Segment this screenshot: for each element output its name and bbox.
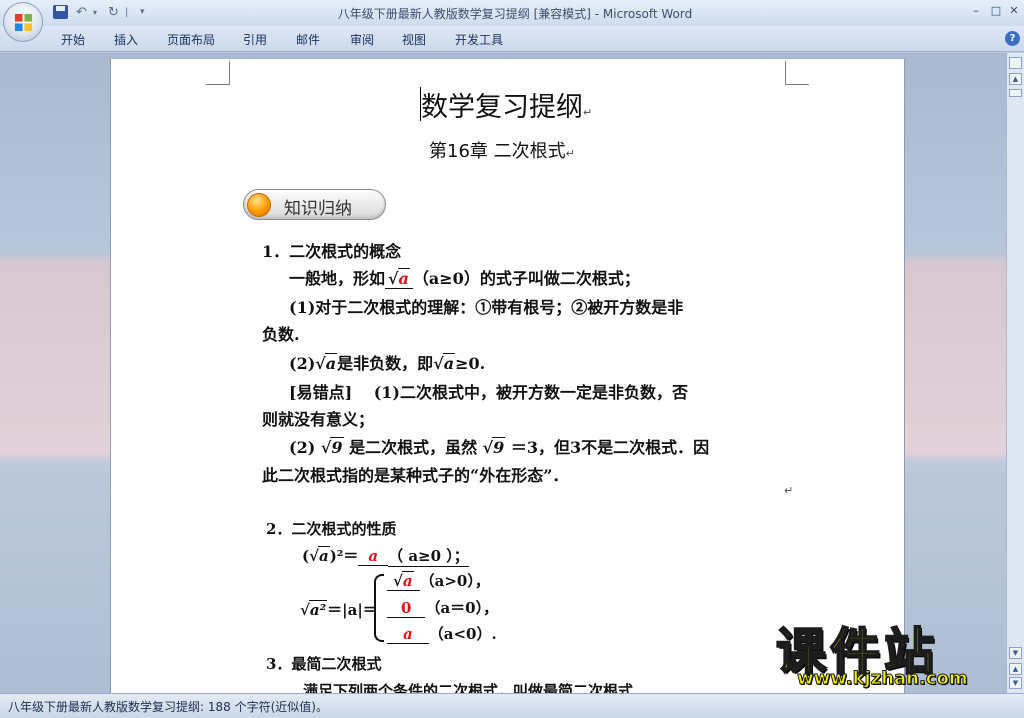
redo-icon[interactable]: ↻	[108, 4, 119, 21]
scroll-thumb[interactable]	[1009, 89, 1022, 97]
tab-insert[interactable]: 插入	[114, 31, 138, 48]
toolbar-separator: |	[125, 7, 129, 18]
customize-toolbar-icon[interactable]: ▾	[140, 4, 145, 21]
undo-icon[interactable]: ↶	[76, 4, 87, 21]
case-zero: 0 （a＝0），	[387, 597, 498, 618]
tab-developer[interactable]: 开发工具	[455, 31, 503, 48]
paragraph-mark: ↵	[565, 147, 575, 160]
knowledge-summary-label: 知识归纳	[284, 199, 352, 219]
minimize-button[interactable]: –	[968, 3, 984, 19]
pitfall-line: [易错点] (1)二次根式中，被开方数一定是非负数，否	[289, 383, 688, 402]
property-2-lhs: √a²＝|a|＝	[300, 600, 378, 619]
section-1-heading: 1．二次根式的概念	[262, 242, 402, 261]
paragraph-mark: ↵	[784, 484, 794, 497]
pitfall-2-line: (2) √9 是二次根式，虽然 √9 ＝3，但3不是二次根式．因	[289, 437, 710, 457]
ruler-toggle-icon[interactable]	[1009, 57, 1022, 69]
tab-view[interactable]: 视图	[402, 31, 426, 48]
section-3-heading: 3．最简二次根式	[266, 655, 382, 673]
margin-corner-mark	[785, 61, 809, 85]
margin-corner-mark	[206, 61, 230, 85]
pitfall-cont: 则就没有意义；	[262, 410, 375, 429]
ribbon-tabs: 开始 插入 页面布局 引用 邮件 审阅 视图 开发工具 ?	[0, 26, 1024, 52]
help-button[interactable]: ?	[1005, 31, 1020, 46]
document-workspace: 数学复习提纲↵ 第16章 二次根式↵ 知识归纳 1．二次根式的概念 一般地，形如…	[0, 53, 1006, 693]
status-word-count[interactable]: 八年级下册最新人教版数学复习提纲: 188 个字符(近似值)。	[8, 698, 328, 715]
tab-review[interactable]: 审阅	[350, 31, 374, 48]
case-positive: √a （a>0），	[387, 570, 490, 591]
vertical-scrollbar[interactable]: ▲ ▼ ▲ ▼	[1006, 53, 1024, 693]
scroll-down-icon[interactable]: ▼	[1009, 647, 1022, 659]
office-logo-icon	[14, 13, 33, 32]
case-negative: a （a<0）.	[387, 623, 497, 644]
knowledge-summary-banner: 知识归纳	[243, 189, 386, 220]
close-button[interactable]: ✕	[1006, 3, 1022, 19]
document-title: 数学复习提纲↵	[421, 92, 593, 123]
paragraph-mark: ↵	[583, 106, 593, 119]
watermark-url: www.kjzhan.com	[797, 668, 969, 690]
next-page-icon[interactable]: ▼	[1009, 677, 1022, 689]
window-title: 八年级下册最新人教版数学复习提纲 [兼容模式] - Microsoft Word	[337, 7, 693, 21]
section-2-heading: 2．二次根式的性质	[266, 520, 397, 538]
pitfall-2-cont: 此二次根式指的是某种式子的“外在形态”．	[262, 466, 569, 485]
point-1-line: (1)对于二次根式的理解：①带有根号；②被开方数是非	[289, 298, 684, 317]
point-2-line: (2)√a是非负数，即√a≥0.	[289, 353, 486, 373]
status-bar: 八年级下册最新人教版数学复习提纲: 188 个字符(近似值)。	[0, 693, 1024, 718]
tab-home[interactable]: 开始	[61, 31, 85, 48]
property-1-line: (√a)²＝ a （ a≥0 ）；	[302, 546, 469, 567]
orange-dot-icon	[247, 193, 271, 217]
document-page[interactable]: 数学复习提纲↵ 第16章 二次根式↵ 知识归纳 1．二次根式的概念 一般地，形如…	[110, 59, 905, 693]
document-subtitle: 第16章 二次根式↵	[429, 141, 575, 162]
section-3-line: 满足下列两个条件的二次根式，叫做最简二次根式.	[303, 682, 639, 693]
piecewise-brace	[374, 574, 384, 642]
tab-page-layout[interactable]: 页面布局	[167, 31, 215, 48]
definition-line: 一般地，形如 √a （a≥0）的式子叫做二次根式；	[289, 268, 640, 289]
point-1-cont: 负数.	[262, 325, 300, 344]
title-bar: ↶ ▾ ↻ | ▾ 八年级下册最新人教版数学复习提纲 [兼容模式] - Micr…	[0, 0, 1024, 26]
scroll-up-icon[interactable]: ▲	[1009, 73, 1022, 85]
save-icon[interactable]	[53, 5, 68, 19]
tab-references[interactable]: 引用	[243, 31, 267, 48]
maximize-button[interactable]: □	[988, 3, 1004, 19]
undo-dropdown-icon[interactable]: ▾	[93, 4, 97, 21]
prev-page-icon[interactable]: ▲	[1009, 663, 1022, 675]
tab-mailings[interactable]: 邮件	[296, 31, 320, 48]
office-button[interactable]	[3, 2, 43, 42]
